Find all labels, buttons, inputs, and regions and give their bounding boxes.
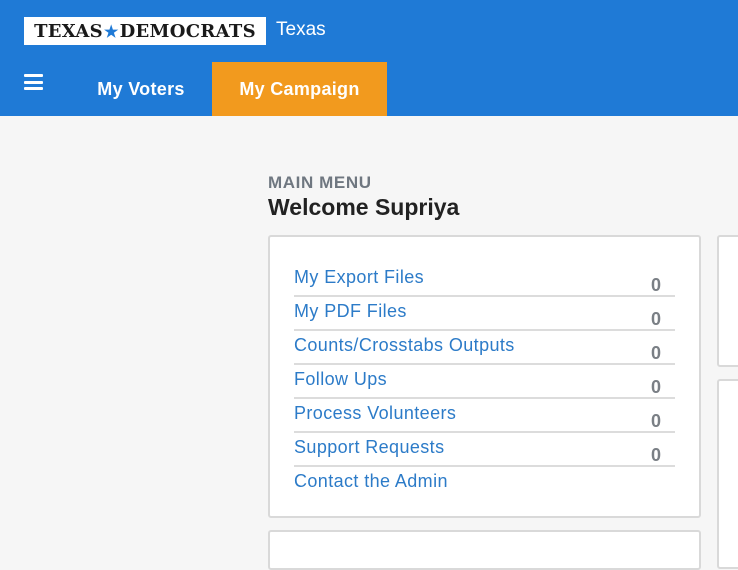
menu-item-export-files: My Export Files 0	[294, 263, 675, 297]
menu-link-follow-ups[interactable]: Follow Ups	[294, 369, 387, 390]
main-menu-card: My Export Files 0 My PDF Files 0 Counts/…	[268, 235, 701, 518]
count-badge: 0	[650, 275, 661, 295]
menu-item-support-requests: Support Requests 0	[294, 433, 675, 467]
count-badge: 0	[650, 445, 661, 465]
secondary-card	[268, 530, 701, 570]
menu-link-export-files[interactable]: My Export Files	[294, 267, 424, 288]
menu-link-crosstabs[interactable]: Counts/Crosstabs Outputs	[294, 335, 515, 356]
menu-item-contact-admin: Contact the Admin	[294, 467, 675, 501]
logo-text-texas: TEXAS	[34, 20, 103, 42]
menu-item-crosstabs: Counts/Crosstabs Outputs 0	[294, 331, 675, 365]
main-menu-heading: MAIN MENU	[268, 173, 372, 192]
count-badge: 0	[650, 343, 661, 363]
hamburger-menu-icon[interactable]	[24, 74, 43, 90]
top-bar: TEXAS ★ DEMOCRATS Texas My Voters My Cam…	[0, 0, 738, 116]
side-card-top	[717, 235, 738, 367]
tab-my-campaign[interactable]: My Campaign	[212, 62, 387, 116]
menu-link-support-requests[interactable]: Support Requests	[294, 437, 445, 458]
texas-star-icon: ★	[103, 21, 119, 41]
state-label: Texas	[276, 19, 326, 40]
logo-text-democrats: DEMOCRATS	[119, 20, 256, 42]
texas-democrats-logo[interactable]: TEXAS ★ DEMOCRATS	[24, 17, 266, 45]
menu-link-process-volunteers[interactable]: Process Volunteers	[294, 403, 456, 424]
menu-item-follow-ups: Follow Ups 0	[294, 365, 675, 399]
count-badge: 0	[650, 309, 661, 329]
count-badge: 0	[650, 377, 661, 397]
menu-link-pdf-files[interactable]: My PDF Files	[294, 301, 407, 322]
menu-item-pdf-files: My PDF Files 0	[294, 297, 675, 331]
menu-item-process-volunteers: Process Volunteers 0	[294, 399, 675, 433]
main-menu-list: My Export Files 0 My PDF Files 0 Counts/…	[294, 263, 675, 501]
tab-my-voters[interactable]: My Voters	[72, 62, 210, 116]
count-badge: 0	[650, 411, 661, 431]
menu-link-contact-admin[interactable]: Contact the Admin	[294, 471, 448, 492]
side-card-bottom	[717, 379, 738, 569]
welcome-title: Welcome Supriya	[268, 194, 460, 220]
